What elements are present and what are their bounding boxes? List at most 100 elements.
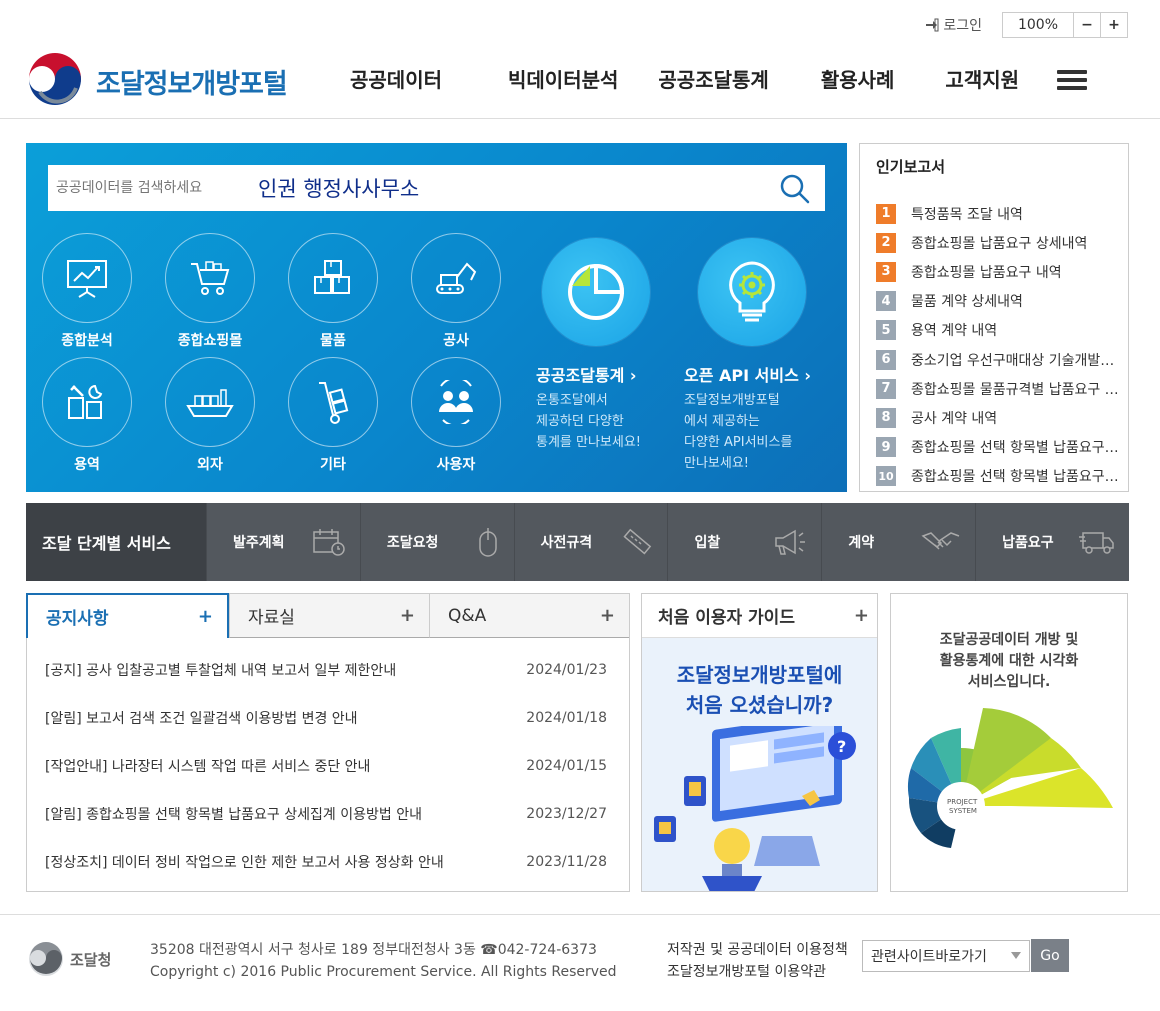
notice-date: 2024/01/15 xyxy=(526,758,607,774)
nav-cases[interactable]: 활용사례 xyxy=(821,64,895,93)
handshake-icon xyxy=(921,532,960,550)
go-button[interactable]: Go xyxy=(1031,939,1069,972)
popular-report-item[interactable]: 3 종합쇼핑몰 납품요구 내역 xyxy=(876,257,1120,286)
category-label: 종합쇼핑몰 xyxy=(177,333,243,349)
category-goods[interactable]: 물품 xyxy=(287,233,379,350)
notice-title: [알림] 종합쇼핑몰 선택 항목별 납품요구 상세집계 이용방법 안내 xyxy=(45,807,422,823)
footer-org-name: 조달청 xyxy=(70,950,112,969)
zoom-level: 100% xyxy=(1017,17,1059,33)
lightbulb-gear-icon xyxy=(729,261,775,322)
more-icon[interactable]: + xyxy=(400,605,415,626)
report-title: 종합쇼핑몰 물품규격별 납품요구 내역 xyxy=(911,381,1120,398)
category-foreign[interactable]: 외자 xyxy=(164,357,256,474)
taegeuk-emblem-icon xyxy=(27,53,83,109)
notice-row[interactable]: [공지] 공사 입찰공고별 투찰업체 내역 보고서 일부 제한안내 2024/01… xyxy=(45,646,607,694)
category-label: 물품 xyxy=(320,333,346,349)
related-sites-select[interactable]: 관련사이트바로가기 xyxy=(862,940,1030,972)
popular-report-item[interactable]: 8 공사 계약 내역 xyxy=(876,403,1120,432)
category-construction[interactable]: 공사 xyxy=(410,233,502,350)
site-logo[interactable]: 조달정보개방포털 xyxy=(26,52,288,110)
popular-report-item[interactable]: 6 중소기업 우선구매대상 기술개발제품 xyxy=(876,345,1120,374)
popular-report-item[interactable]: 1 특정품목 조달 내역 xyxy=(876,199,1120,228)
nav-statistics[interactable]: 공공조달통계 xyxy=(658,64,768,93)
report-title: 종합쇼핑몰 선택 항목별 납품요구 상세 xyxy=(911,469,1120,486)
tab-qna[interactable]: Q&A + xyxy=(429,594,629,638)
public-statistics-service[interactable]: 공공조달통계 › 온통조달에서 제공하던 다양한 통계를 만나보세요! xyxy=(536,238,650,453)
nav-bigdata[interactable]: 빅데이터분석 xyxy=(508,64,618,93)
notice-date: 2024/01/18 xyxy=(526,710,607,726)
popular-report-item[interactable]: 7 종합쇼핑몰 물품규격별 납품요구 내역 xyxy=(876,374,1120,403)
category-label: 공사 xyxy=(443,333,469,349)
footer-divider xyxy=(0,914,1160,915)
tab-notice[interactable]: 공지사항 + xyxy=(26,593,229,638)
nav-public-data[interactable]: 공공데이터 xyxy=(350,64,442,93)
notice-date: 2023/12/27 xyxy=(526,806,607,822)
nav-support[interactable]: 고객지원 xyxy=(945,64,1019,93)
category-label: 사용자 xyxy=(436,457,476,473)
tab-archive[interactable]: 자료실 + xyxy=(229,594,429,638)
report-title: 중소기업 우선구매대상 기술개발제품 xyxy=(911,352,1120,369)
terms-link[interactable]: 조달정보개방포털 이용약관 xyxy=(667,961,848,983)
rank-badge: 4 xyxy=(876,291,896,312)
rank-badge: 3 xyxy=(876,261,896,282)
menu-icon[interactable] xyxy=(1057,70,1087,92)
mouse-icon xyxy=(478,528,497,557)
report-title: 종합쇼핑몰 납품요구 상세내역 xyxy=(911,235,1088,252)
zoom-in-button[interactable]: + xyxy=(1100,13,1127,37)
category-etc[interactable]: 기타 xyxy=(287,357,379,474)
search-input[interactable] xyxy=(48,180,258,196)
step-delivery[interactable]: 납품요구 xyxy=(975,503,1129,581)
step-request[interactable]: 조달요청 xyxy=(359,503,514,581)
copyright-policy-link[interactable]: 저작권 및 공공데이터 이용정책 xyxy=(667,939,848,961)
category-user[interactable]: 사용자 xyxy=(410,357,502,474)
login-link[interactable]: 로그인 xyxy=(925,15,982,35)
notice-row[interactable]: [정상조치] 데이터 정비 작업으로 인한 제한 보고서 사용 정상화 안내 20… xyxy=(45,838,607,886)
megaphone-icon xyxy=(775,529,806,555)
notice-title: [작업안내] 나라장터 시스템 작업 따른 서비스 중단 안내 xyxy=(45,759,371,775)
report-title: 공사 계약 내역 xyxy=(911,410,998,427)
guide-line-1: 조달정보개방포털에 xyxy=(676,663,843,687)
first-user-guide: 처음 이용자 가이드 + 조달정보개방포털에 처음 오셨습니까? ? xyxy=(641,593,878,892)
category-label: 외자 xyxy=(197,457,223,473)
step-bidding[interactable]: 입찰 xyxy=(667,503,821,581)
zoom-control: 100% − + xyxy=(1002,12,1128,38)
procurement-steps-bar: 조달 단계별 서비스 발주계획 조달요청 사전규격 입찰 계약 납품요구 xyxy=(26,503,1129,581)
step-order-plan[interactable]: 발주계획 xyxy=(206,503,360,581)
report-title: 종합쇼핑몰 납품요구 내역 xyxy=(911,264,1062,281)
category-label: 종합분석 xyxy=(61,333,113,349)
more-icon[interactable]: + xyxy=(198,606,213,627)
notice-row[interactable]: [작업안내] 나라장터 시스템 작업 따른 서비스 중단 안내 2024/01/1… xyxy=(45,742,607,790)
zoom-out-button[interactable]: − xyxy=(1073,13,1100,37)
search-bar: 인권 행정사사무소 xyxy=(48,165,825,211)
popular-report-item[interactable]: 9 종합쇼핑몰 선택 항목별 납품요구 내역 xyxy=(876,433,1120,462)
popular-report-item[interactable]: 2 종합쇼핑몰 납품요구 상세내역 xyxy=(876,228,1120,257)
guide-banner[interactable]: 조달정보개방포털에 처음 오셨습니까? ? xyxy=(642,638,877,891)
rank-badge: 7 xyxy=(876,378,896,399)
tools-icon xyxy=(68,384,103,419)
category-service[interactable]: 용역 xyxy=(41,357,133,474)
category-shopping-mall[interactable]: 종합쇼핑몰 xyxy=(164,233,256,350)
more-icon[interactable]: + xyxy=(854,605,869,626)
step-contract[interactable]: 계약 xyxy=(821,503,975,581)
ruler-icon xyxy=(623,528,652,555)
rank-badge: 1 xyxy=(876,203,896,224)
shopping-cart-icon xyxy=(191,261,230,295)
footer-copyright: Copyright c) 2016 Public Procurement Ser… xyxy=(150,964,617,980)
more-icon[interactable]: + xyxy=(600,605,615,626)
search-typed-text: 인권 행정사사무소 xyxy=(258,177,420,201)
notice-row[interactable]: [알림] 보고서 검색 조건 일괄검색 이용방법 변경 안내 2024/01/18 xyxy=(45,694,607,742)
step-pre-spec[interactable]: 사전규격 xyxy=(513,503,668,581)
notice-row[interactable]: [알림] 종합쇼핑몰 선택 항목별 납품요구 상세집계 이용방법 안내 2023/… xyxy=(45,790,607,838)
popular-report-item[interactable]: 5 용역 계약 내역 xyxy=(876,316,1120,345)
popular-report-item[interactable]: 10 종합쇼핑몰 선택 항목별 납품요구 상세 xyxy=(876,462,1120,491)
category-analysis[interactable]: 종합분석 xyxy=(41,233,133,350)
cargo-ship-icon xyxy=(186,389,234,417)
visualization-banner[interactable]: 조달공공데이터 개방 및 활용통계에 대한 시각화 서비스입니다. PROJEC… xyxy=(890,593,1128,892)
open-api-service[interactable]: 오픈 API 서비스 › 조달정보개방포털 에서 제공하는 다양한 API서비스를 만… xyxy=(684,238,811,474)
public-statistics-title: 공공조달통계 › xyxy=(536,366,637,385)
chevron-down-icon xyxy=(1011,952,1021,959)
popular-report-item[interactable]: 4 물품 계약 상세내역 xyxy=(876,287,1120,316)
agency-emblem-icon xyxy=(29,942,63,976)
hand-truck-icon xyxy=(319,382,349,424)
search-icon[interactable] xyxy=(779,173,811,205)
